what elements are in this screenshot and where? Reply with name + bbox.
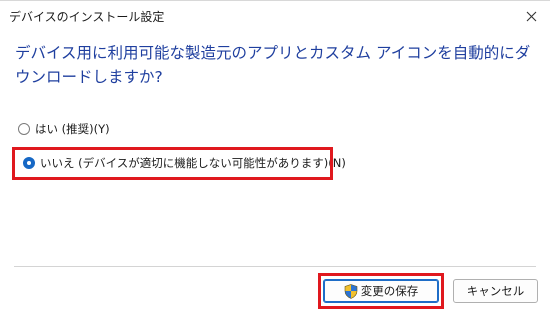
option-no-label[interactable]: いいえ (デバイスが適切に機能しない可能性があります)(N) (40, 155, 346, 171)
cancel-button[interactable]: キャンセル (453, 279, 538, 303)
option-yes[interactable]: はい (推奨)(Y) (18, 121, 110, 137)
footer-divider (14, 266, 536, 267)
dialog-window: デバイスのインストール設定 デバイス用に利用可能な製造元のアプリとカスタム アイ… (0, 0, 550, 311)
close-icon (526, 11, 536, 21)
uac-shield-icon (344, 283, 358, 299)
radio-yes[interactable] (18, 123, 30, 135)
window-title: デバイスのインストール設定 (9, 10, 165, 24)
cancel-label: キャンセル (466, 284, 525, 298)
save-changes-label: 変更の保存 (360, 284, 419, 298)
option-yes-label[interactable]: はい (推奨)(Y) (35, 121, 110, 137)
close-button[interactable] (518, 3, 544, 29)
option-no[interactable]: いいえ (デバイスが適切に機能しない可能性があります)(N) (23, 155, 346, 171)
dialog-question: デバイス用に利用可能な製造元のアプリとカスタム アイコンを自動的にダウンロードし… (15, 44, 531, 86)
save-changes-button[interactable]: 変更の保存 (323, 279, 439, 303)
title-bar: デバイスのインストール設定 (0, 1, 550, 31)
radio-no[interactable] (23, 157, 35, 169)
